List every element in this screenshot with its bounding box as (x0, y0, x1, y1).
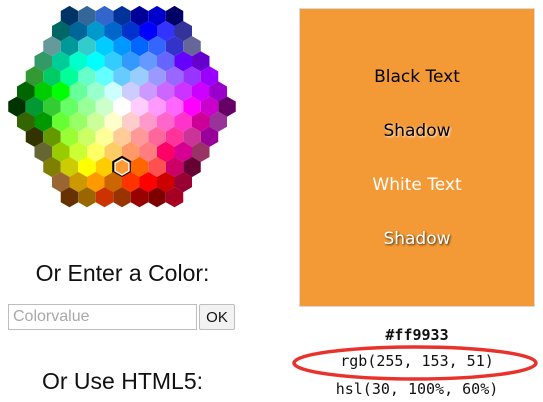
html5-heading: Or Use HTML5: (41, 368, 204, 394)
color-preview-panel: Black Text Shadow White Text Shadow (299, 8, 535, 307)
highlight-ellipse (292, 345, 538, 381)
hex-value: #ff9933 (385, 326, 449, 344)
black-shadow-sample: Shadow (383, 121, 451, 141)
color-picker-hexagon[interactable] (0, 0, 240, 215)
enter-color-heading: Or Enter a Color: (35, 260, 210, 286)
white-shadow-sample: Shadow (383, 229, 451, 249)
ok-button[interactable]: OK (199, 304, 235, 330)
color-value-input[interactable] (8, 304, 197, 330)
white-text-sample: White Text (372, 175, 462, 195)
black-text-sample: Black Text (374, 67, 460, 87)
